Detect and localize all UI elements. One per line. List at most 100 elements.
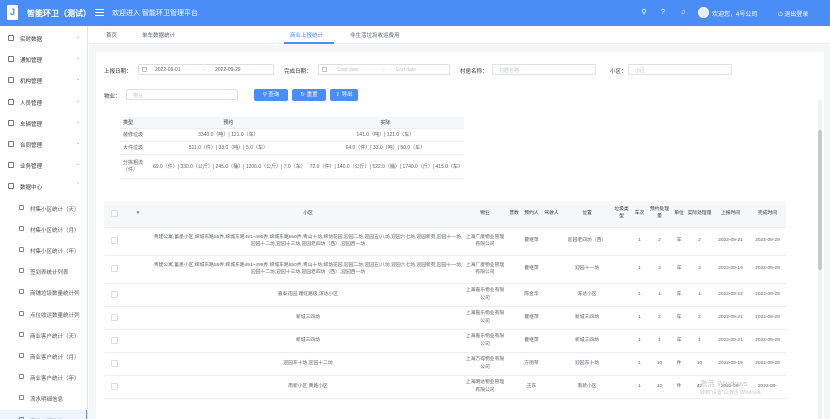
export-button[interactable]: ⇪ 导出 [330,89,358,101]
community-input[interactable]: 小区 [628,64,732,75]
col-location: 位置 [562,201,612,228]
row-checkbox[interactable] [110,265,118,273]
table-row[interactable]: 新城三四坊 上海嘉乐物业有限公司 瞿继萍 新城三四坊 1 1 车 1 2022-09-21 202… [104,329,786,353]
cell-community: 青建公寓,蓄墨小区,缔城东路55弄,缔城东路491~495弄,缔城东路550弄,… [152,227,464,256]
cell-booker: 瞿继萍 [522,255,541,284]
logout-button[interactable]: ⏻ 退出登录 [778,9,808,19]
sidebar-subitem-3[interactable]: 签到表统计列表 [0,261,87,282]
reset-button[interactable]: ↻ 重置 [292,89,326,101]
avatar[interactable] [698,7,709,18]
cell-trips: 1 [631,352,648,376]
tab-vehicle-stats[interactable]: 单车数据统计 [142,31,175,39]
sidebar-item-5[interactable]: 合同管理 ⌄ [0,134,87,155]
sidebar-subitem-9[interactable]: 流水明细信息 [0,388,87,409]
cell-actual-amt: 2 [687,227,712,256]
cell-unit: 车 [671,255,687,284]
cell-type [612,329,631,353]
cell-report-time: 2022-09-19 [712,255,749,284]
sidebar-item-3[interactable]: 人员管理 ⌄ [0,92,87,113]
doc-icon [19,289,24,295]
sidebar-subitem-8[interactable]: 商业客户统计（年） [0,367,87,388]
bell-icon[interactable]: ♫ [676,6,690,20]
table-header: # 小区 物业 普数 预约人 驾驶人 位置 垃圾类型 车次 预约处理量 单位 实… [104,201,786,228]
doc-icon [19,268,24,274]
sidebar-subitem-5[interactable]: 点位收运数量统计列 [0,304,87,325]
complete-date-label: 完成日期： [284,69,312,75]
row-checkbox[interactable] [110,237,118,245]
sidebar-item-0[interactable]: 实时数据 ⌄ [0,28,87,49]
tab-fees[interactable]: 非生活垃圾收运费用 [350,31,400,39]
cell-type [612,227,631,256]
calendar-icon [142,67,147,72]
sidebar-item-6[interactable]: 业务管理 ⌄ [0,155,87,176]
sidebar-subitem-10[interactable]: 商业上报统计 [0,409,87,419]
row-checkbox[interactable] [110,336,118,344]
doc-icon [19,395,24,401]
cell-count [506,329,522,353]
cell-property: 上海明达物业管理有限公司 [464,375,506,399]
doc-icon [19,204,24,210]
cell-property: 上海嘉乐物业有限公司 [464,329,506,353]
sidebar-item-2[interactable]: 机构管理 ⌄ [0,70,87,91]
org-icon [8,77,14,84]
cell-finish-time: 2022-09-29 [749,255,786,284]
cell-type [612,352,631,376]
col-actual-amount: 实际处理量 [687,201,712,228]
table-row[interactable]: 青建公寓,蓄墨小区,缔城东路55弄,缔城东路491~495弄,缔城东路550弄,… [104,227,786,256]
tab-home[interactable]: 首页 [106,31,117,39]
sidebar-subitem-0[interactable]: 村集小区统计（天） [0,198,87,219]
property-input[interactable]: 物业 [126,89,238,100]
cell-type [612,255,631,284]
cell-location: 浑达小区 [562,283,612,307]
col-waste-type: 垃圾类型 [612,201,631,228]
chevron-icon: ⌄ [76,34,81,40]
cell-finish-time: 2022-09-29 [749,306,786,330]
help-icon[interactable]: ? [656,6,670,20]
sidebar-subitem-6[interactable]: 商业客户统计（天） [0,325,87,346]
table-row[interactable]: 嘉泰花园,瑞虹路级,浑达小区 上海嘉乐物业有限公司 陈金华 浑达小区 1 1 车 1 2022-… [104,283,786,307]
village-input[interactable]: 村居名称 [492,64,596,75]
cell-property: 上海广厦物业管理有限公司 [464,255,506,284]
sidebar-subitem-4[interactable]: 商铺垃圾数量统计列 [0,282,87,303]
row-checkbox[interactable] [110,290,118,298]
doc-icon [19,247,24,252]
sidebar-item-4[interactable]: 车辆管理 ⌄ [0,113,87,134]
menu-toggle-icon[interactable] [95,9,104,16]
cell-driver [541,375,562,399]
sidebar-subitem-1[interactable]: 村集小区统计（月） [0,219,87,240]
row-checkbox[interactable] [110,313,118,321]
cell-actual-amt: 1 [687,329,712,353]
cell-count [506,306,522,330]
report-date-range[interactable]: 2022-09-01 - 2022-09-29 [138,64,274,75]
monitor-icon [8,35,14,41]
sidebar-item-1[interactable]: 通知管理 ⌄ [0,49,87,70]
sidebar-item-7[interactable]: 数据中心 ⌃ [0,176,87,197]
select-all-checkbox[interactable] [110,209,118,217]
tab-business-report[interactable]: 商业上报统计 [290,31,323,39]
table-row[interactable]: 青建公寓,蓄墨小区,缔城东路55弄,缔城东路491~495弄,缔城东路550弄,… [104,255,786,284]
app-logo: J [7,5,18,20]
sidebar-subitem-7[interactable]: 商业客户统计（月） [0,346,87,367]
user-name[interactable]: 欢迎您，4号公司 [712,9,757,18]
col-property: 物业 [464,201,506,228]
sidebar-subitem-2[interactable]: 村集小区统计（年） [0,240,87,261]
scrollbar-thumb[interactable] [818,130,822,270]
welcome-text: 欢迎进入 智能环卫管理平台 [112,10,198,17]
row-index [124,375,152,399]
table-row[interactable]: 新城三四坊 上海嘉乐物业有限公司 瞿继萍 新城三四坊 1 2 车 2 2022-09-21 202… [104,306,786,330]
col-count: 普数 [506,201,522,228]
table-row[interactable]: 迎园东十坊,迎园十二坊 上海万得物业有限公司 方丽琴 迎园东十坊 1 10 件 10 2022-… [104,352,786,376]
complete-date-range[interactable]: Start date - End date [318,64,450,75]
col-unit: 单位 [671,201,687,228]
search-button[interactable]: ⚲ 查询 [254,89,288,101]
row-checkbox[interactable] [110,382,118,390]
cell-location: 迎园十一坊 [562,255,612,284]
col-driver: 驾驶人 [541,201,562,228]
doc-icon [19,310,24,316]
row-checkbox[interactable] [110,359,118,367]
vertical-scrollbar[interactable] [818,100,822,419]
search-icon[interactable]: ⚲ [637,6,651,20]
col-trips: 车次 [631,201,648,228]
cell-booker: 陈金华 [522,283,541,307]
table-row[interactable]: 南新小区,黄路小区 上海明达物业管理有限公司 王东 南新小区 1 10 件 42 2022-09… [104,375,786,399]
